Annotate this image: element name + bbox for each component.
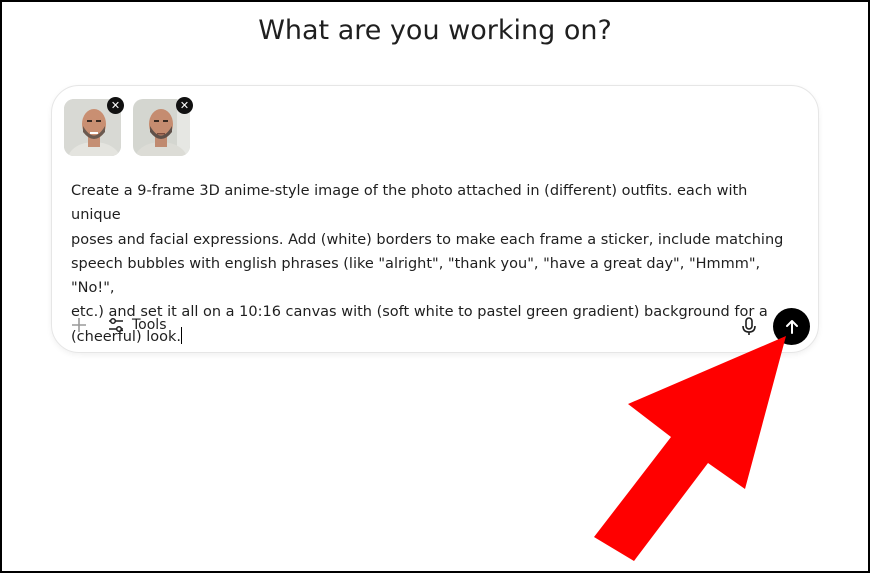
- prompt-composer: ✕ ✕ Create a 9-frame 3D anime-style imag…: [51, 85, 819, 353]
- arrow-up-icon: [785, 319, 798, 334]
- plus-icon: [72, 318, 86, 332]
- remove-attachment-button[interactable]: ✕: [107, 97, 124, 114]
- sliders-icon: [109, 317, 123, 333]
- microphone-icon: [742, 317, 756, 335]
- tools-button[interactable]: Tools: [107, 315, 167, 335]
- close-icon: ✕: [179, 99, 190, 112]
- text-cursor: [181, 326, 182, 344]
- attachment-thumbnail-1[interactable]: ✕: [64, 97, 124, 156]
- remove-attachment-button[interactable]: ✕: [176, 97, 193, 114]
- attachment-thumbnail-2[interactable]: ✕: [133, 97, 193, 156]
- prompt-input[interactable]: Create a 9-frame 3D anime-style image of…: [71, 179, 801, 349]
- prompt-text: Create a 9-frame 3D anime-style image of…: [71, 183, 784, 345]
- page-title: What are you working on?: [258, 15, 612, 46]
- voice-input-button[interactable]: [738, 315, 760, 337]
- add-attachment-button[interactable]: [69, 315, 89, 335]
- close-icon: ✕: [110, 99, 121, 112]
- tools-label: Tools: [132, 317, 167, 333]
- send-button[interactable]: [773, 308, 810, 345]
